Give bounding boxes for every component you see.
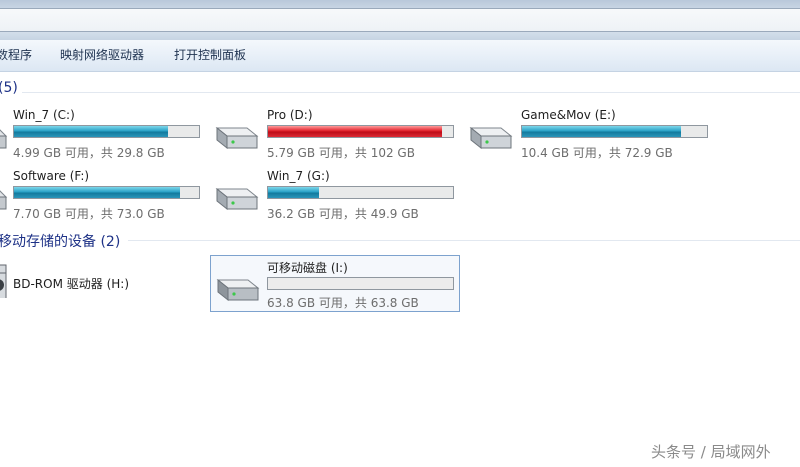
drive-d[interactable]: Pro (D:) 5.79 GB 可用，共 102 GB	[213, 104, 463, 162]
drive-e[interactable]: Game&Mov (E:) 10.4 GB 可用，共 72.9 GB	[467, 104, 717, 162]
drive-space-info: 4.99 GB 可用，共 29.8 GB	[13, 146, 165, 160]
drive-name: 可移动磁盘 (I:)	[267, 261, 348, 275]
drive-list-pane: (5) Win_7 (C:) 4.99 GB 可用，共 29.8 GB Pro …	[0, 72, 800, 467]
drive-space-info: 36.2 GB 可用，共 49.9 GB	[267, 207, 419, 221]
drive-usage-bar	[267, 277, 454, 290]
group-divider	[22, 92, 800, 93]
open-control-panel-button[interactable]: 打开控制面板	[174, 40, 246, 71]
optical-drive-icon	[0, 264, 7, 298]
hard-drive-icon	[469, 126, 513, 150]
drive-c[interactable]: Win_7 (C:) 4.99 GB 可用，共 29.8 GB	[0, 104, 210, 162]
hard-drive-icon	[0, 190, 8, 210]
removable-disk-icon	[216, 278, 260, 302]
removable-group-header[interactable]: 移动存储的设备 (2)	[0, 231, 120, 251]
drive-name: Game&Mov (E:)	[521, 108, 616, 122]
drive-name: BD-ROM 驱动器 (H:)	[13, 277, 129, 291]
drive-name: Win_7 (G:)	[267, 169, 330, 183]
hard-drive-icon	[215, 126, 259, 150]
drive-usage-bar	[13, 186, 200, 199]
watermark-text: 头条号 / 局域网外	[651, 443, 771, 461]
drive-space-info: 63.8 GB 可用，共 63.8 GB	[267, 296, 419, 310]
drive-name: Pro (D:)	[267, 108, 313, 122]
drive-g[interactable]: Win_7 (G:) 36.2 GB 可用，共 49.9 GB	[213, 165, 463, 223]
uninstall-program-button[interactable]: 数程序	[0, 40, 32, 71]
drive-usage-fill	[268, 187, 319, 198]
drive-i[interactable]: 可移动磁盘 (I:) 63.8 GB 可用，共 63.8 GB	[210, 255, 460, 312]
drive-usage-fill	[268, 126, 443, 137]
map-network-drive-button[interactable]: 映射网络驱动器	[60, 40, 144, 71]
drive-space-info: 10.4 GB 可用，共 72.9 GB	[521, 146, 673, 160]
drive-usage-bar	[521, 125, 708, 138]
drive-usage-bar	[267, 186, 454, 199]
drive-usage-fill	[14, 187, 180, 198]
drive-name: Win_7 (C:)	[13, 108, 75, 122]
group-divider	[128, 240, 800, 241]
drive-space-info: 7.70 GB 可用，共 73.0 GB	[13, 207, 165, 221]
drive-h[interactable]: BD-ROM 驱动器 (H:)	[0, 252, 210, 310]
drive-usage-bar	[13, 125, 200, 138]
hard-disk-group-header[interactable]: (5)	[0, 80, 18, 96]
drive-space-info: 5.79 GB 可用，共 102 GB	[267, 146, 415, 160]
command-toolbar: 数程序 映射网络驱动器 打开控制面板	[0, 40, 800, 72]
drive-usage-fill	[522, 126, 681, 137]
drive-usage-fill	[14, 126, 169, 137]
hard-drive-icon	[0, 129, 8, 149]
drive-name: Software (F:)	[13, 169, 90, 183]
hard-drive-icon	[215, 187, 259, 211]
address-bar[interactable]	[0, 8, 800, 32]
drive-usage-bar	[267, 125, 454, 138]
drive-f[interactable]: Software (F:) 7.70 GB 可用，共 73.0 GB	[0, 165, 210, 223]
